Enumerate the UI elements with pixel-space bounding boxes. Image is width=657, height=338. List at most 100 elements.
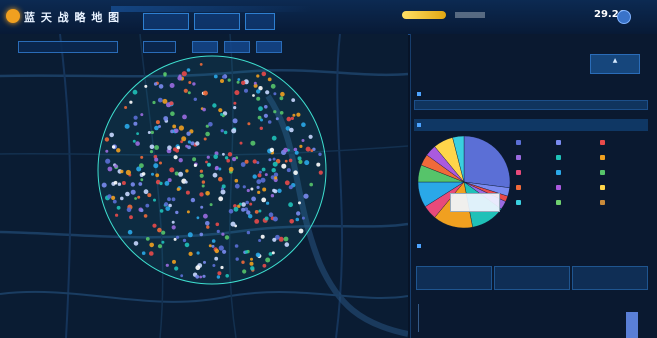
poi-marker[interactable] (154, 145, 160, 150)
poi-marker[interactable] (137, 195, 141, 199)
poi-marker[interactable] (133, 115, 138, 120)
poi-marker[interactable] (176, 187, 181, 191)
poi-marker[interactable] (310, 149, 314, 152)
poi-marker[interactable] (298, 201, 301, 205)
type-select[interactable] (143, 41, 176, 53)
poi-marker[interactable] (218, 196, 224, 202)
poi-marker[interactable] (273, 92, 277, 96)
poi-marker[interactable] (297, 156, 302, 161)
poi-marker[interactable] (124, 106, 128, 109)
poi-marker[interactable] (159, 181, 163, 186)
search-radius-circle[interactable] (97, 55, 327, 285)
poi-marker[interactable] (288, 202, 293, 208)
poi-marker[interactable] (272, 237, 277, 242)
poi-marker[interactable] (220, 113, 224, 116)
poi-marker[interactable] (186, 131, 191, 136)
poi-marker[interactable] (182, 238, 187, 243)
poi-marker[interactable] (135, 141, 140, 146)
poi-marker[interactable] (296, 112, 301, 117)
poi-marker[interactable] (236, 80, 240, 84)
poi-marker[interactable] (220, 265, 224, 270)
poi-marker[interactable] (216, 229, 220, 233)
avatar[interactable] (617, 10, 631, 24)
poi-marker[interactable] (195, 265, 201, 271)
poi-marker[interactable] (228, 166, 234, 172)
poi-marker[interactable] (205, 221, 210, 226)
poi-marker[interactable] (217, 271, 222, 276)
poi-marker[interactable] (157, 97, 163, 103)
poi-marker[interactable] (112, 199, 117, 204)
poi-marker[interactable] (124, 123, 130, 129)
poi-marker[interactable] (288, 158, 293, 163)
poi-marker[interactable] (105, 158, 111, 164)
poi-marker[interactable] (145, 203, 150, 208)
poi-marker[interactable] (241, 207, 246, 212)
poi-marker[interactable] (295, 217, 300, 222)
poi-marker[interactable] (172, 124, 177, 129)
poi-marker[interactable] (262, 187, 267, 192)
poi-marker[interactable] (116, 148, 121, 153)
legend-item[interactable] (600, 140, 607, 145)
poi-marker[interactable] (129, 215, 133, 220)
poi-marker[interactable] (120, 196, 124, 201)
poi-marker[interactable] (201, 180, 206, 184)
poi-marker[interactable] (283, 147, 288, 153)
poi-marker[interactable] (256, 185, 260, 189)
tab-2[interactable] (194, 13, 240, 30)
poi-marker[interactable] (136, 132, 140, 135)
poi-marker[interactable] (316, 162, 321, 167)
poi-marker[interactable] (252, 159, 257, 164)
poi-marker[interactable] (271, 168, 276, 173)
poi-marker[interactable] (202, 274, 206, 278)
poi-marker[interactable] (178, 171, 184, 177)
poi-marker[interactable] (277, 188, 282, 193)
poi-marker[interactable] (283, 236, 289, 242)
poi-marker[interactable] (273, 172, 279, 177)
poi-marker[interactable] (227, 152, 233, 157)
poi-marker[interactable] (234, 183, 240, 189)
poi-marker[interactable] (107, 194, 112, 199)
legend-item[interactable] (556, 155, 563, 160)
poi-marker[interactable] (153, 82, 158, 86)
poi-marker[interactable] (172, 259, 176, 264)
poi-marker[interactable] (195, 274, 200, 279)
poi-marker[interactable] (173, 237, 177, 241)
poi-marker[interactable] (272, 188, 276, 193)
poi-marker[interactable] (125, 169, 131, 176)
poi-marker[interactable] (268, 212, 274, 217)
poi-marker[interactable] (159, 161, 162, 165)
poi-marker[interactable] (175, 210, 179, 215)
poi-marker[interactable] (288, 185, 293, 190)
poi-marker[interactable] (192, 82, 196, 86)
poi-marker[interactable] (254, 219, 260, 224)
poi-marker[interactable] (252, 94, 255, 97)
poi-marker[interactable] (260, 118, 263, 122)
poi-marker[interactable] (318, 170, 323, 175)
poi-marker[interactable] (232, 157, 237, 162)
poi-marker[interactable] (183, 88, 188, 93)
legend-item[interactable] (556, 140, 563, 145)
legend-item[interactable] (556, 170, 563, 175)
poi-marker[interactable] (246, 188, 250, 193)
poi-marker[interactable] (293, 170, 298, 175)
poi-marker[interactable] (149, 150, 154, 154)
poi-marker[interactable] (257, 173, 262, 178)
poi-marker[interactable] (178, 158, 183, 163)
poi-marker[interactable] (149, 251, 154, 256)
poi-marker[interactable] (205, 131, 210, 137)
poi-marker[interactable] (206, 155, 210, 159)
poi-marker[interactable] (289, 127, 294, 133)
poi-marker[interactable] (284, 159, 288, 163)
poi-marker[interactable] (138, 182, 143, 186)
poi-marker[interactable] (145, 237, 150, 241)
poi-marker[interactable] (234, 90, 240, 96)
poi-marker[interactable] (265, 90, 270, 95)
poi-marker[interactable] (212, 172, 218, 178)
poi-marker[interactable] (264, 105, 268, 109)
poi-marker[interactable] (151, 172, 154, 176)
poi-marker[interactable] (120, 169, 124, 174)
poi-marker[interactable] (193, 97, 197, 101)
poi-marker[interactable] (153, 163, 159, 169)
poi-marker[interactable] (196, 251, 200, 255)
poi-marker[interactable] (130, 189, 136, 195)
